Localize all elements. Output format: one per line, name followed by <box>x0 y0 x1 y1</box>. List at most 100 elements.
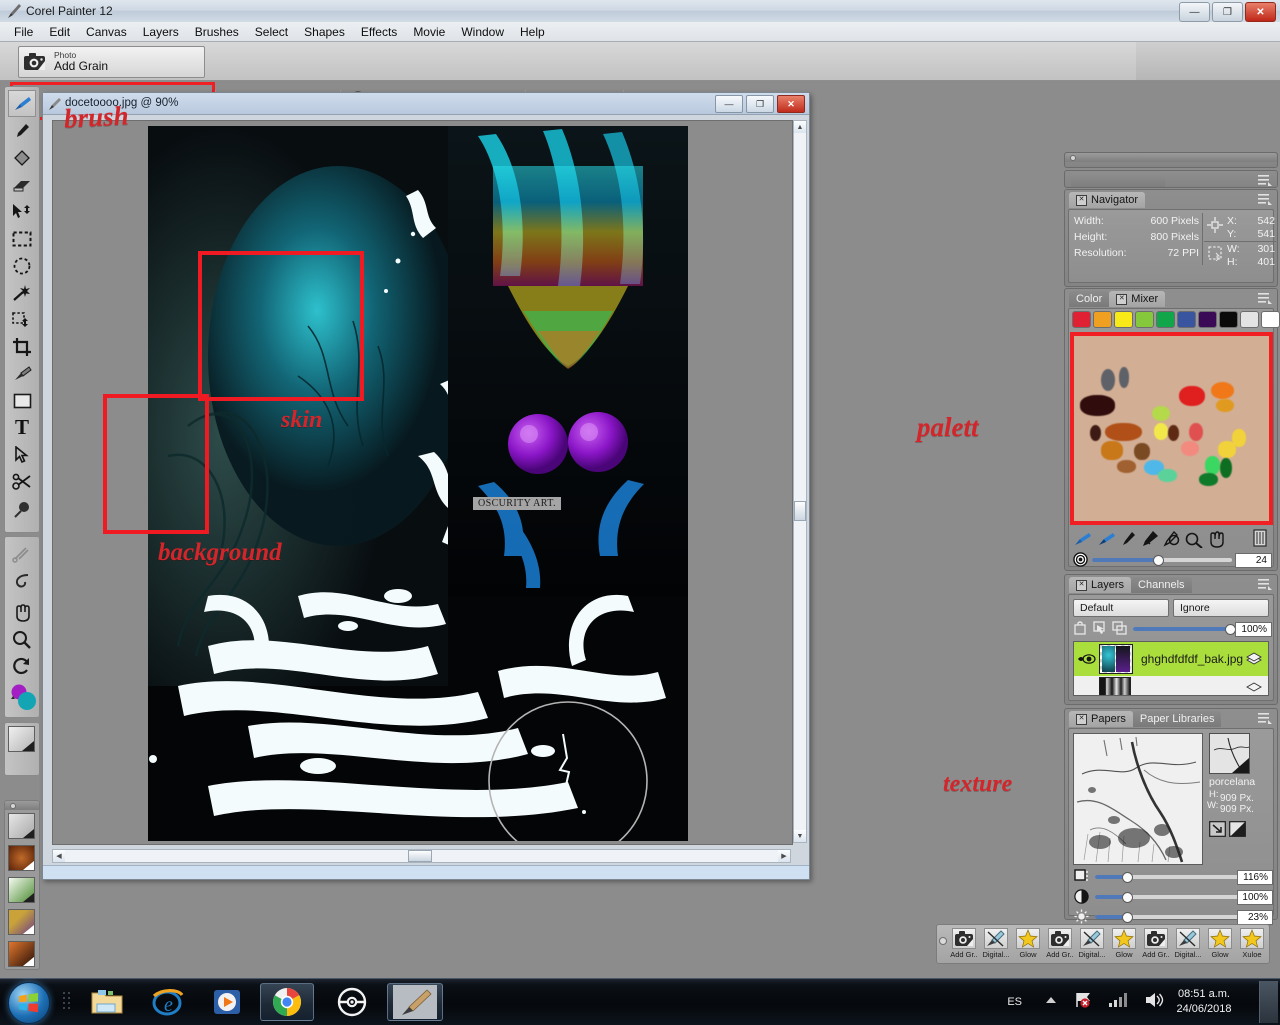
taskbar-button-file-explorer[interactable] <box>80 983 134 1021</box>
mixer-swatch-3[interactable] <box>1135 311 1154 328</box>
scroll-left-arrow[interactable]: ◀ <box>53 850 65 862</box>
mixer-swatch-0[interactable] <box>1072 311 1091 328</box>
tray-item[interactable]: Add Gr.. <box>949 928 979 959</box>
mixer-swatch-8[interactable] <box>1240 311 1259 328</box>
layer-adjuster-tool[interactable] <box>8 198 36 225</box>
collapsed-panel-strip-2[interactable] <box>1064 170 1278 188</box>
text-tool[interactable]: T <box>8 414 36 441</box>
tab-layers[interactable]: ✕ Layers <box>1069 577 1132 593</box>
eraser-tool[interactable] <box>8 171 36 198</box>
tray-item[interactable]: Add Gr.. <box>1045 928 1075 959</box>
lasso-tool[interactable] <box>8 252 36 279</box>
magnifier-tool[interactable] <box>8 626 36 653</box>
clear-mixer-pad-icon[interactable] <box>1253 529 1267 547</box>
mixer-swatch-6[interactable] <box>1198 311 1217 328</box>
layer-opacity-value[interactable]: 100% <box>1235 622 1272 637</box>
lock-layer-icon[interactable] <box>1112 621 1128 635</box>
menu-item-help[interactable]: Help <box>512 23 553 41</box>
scroll-up-arrow[interactable]: ▲ <box>794 121 806 133</box>
mixer-swatch-5[interactable] <box>1177 311 1196 328</box>
color-selector[interactable] <box>8 682 38 712</box>
canvas-horizontal-scrollbar[interactable]: ◀ ▶ <box>52 849 791 863</box>
brush-size-icon[interactable] <box>1073 552 1088 567</box>
scroll-down-arrow[interactable]: ▼ <box>794 830 806 842</box>
menu-item-select[interactable]: Select <box>247 23 296 41</box>
brush-selector[interactable]: Photo Add Grain <box>18 46 205 78</box>
grabber-hand-tool[interactable] <box>8 599 36 626</box>
mixer-pad[interactable] <box>1070 332 1273 525</box>
collapsed-panel-strip-1[interactable] <box>1064 152 1278 168</box>
pen-tool[interactable] <box>8 360 36 387</box>
mix-brush-icon[interactable] <box>1097 530 1117 548</box>
selector-strip-grip[interactable] <box>5 801 39 810</box>
magic-wand-tool[interactable] <box>8 279 36 306</box>
paper-selector[interactable] <box>8 813 35 839</box>
mirror-tool[interactable] <box>8 567 36 594</box>
menu-item-brushes[interactable]: Brushes <box>187 23 247 41</box>
invert-paper-icon[interactable] <box>1209 821 1226 837</box>
document-title-bar[interactable]: docetoooo.jpg @ 90% — ❐ ✕ <box>43 93 809 115</box>
horizontal-scroll-thumb[interactable] <box>408 850 432 862</box>
tray-item[interactable]: Glow <box>1205 928 1235 959</box>
rotate-page-tool[interactable] <box>8 653 36 680</box>
taskbar-button-google-chrome[interactable] <box>260 983 314 1021</box>
rectangular-selection-tool[interactable] <box>8 225 36 252</box>
sample-color-icon[interactable] <box>1121 530 1137 548</box>
gradient-selector[interactable] <box>8 877 35 903</box>
tray-item[interactable]: Glow <box>1013 928 1043 959</box>
network-signal-icon[interactable] <box>1108 992 1128 1008</box>
menu-item-canvas[interactable]: Canvas <box>78 23 135 41</box>
tray-item[interactable]: Xuloe <box>1237 928 1267 959</box>
toggle-paper-icon[interactable] <box>1229 821 1246 837</box>
action-center-flag-icon[interactable] <box>1074 991 1094 1009</box>
taskbar-clock[interactable]: 08:51 a.m. 24/06/2018 <box>1158 987 1250 1017</box>
mixer-swatch-4[interactable] <box>1156 311 1175 328</box>
dropper-tool[interactable] <box>8 117 36 144</box>
sample-multiple-icon[interactable] <box>1141 530 1159 548</box>
document-maximize-button[interactable]: ❐ <box>746 95 774 113</box>
table-row[interactable] <box>1074 676 1268 695</box>
pattern-selector[interactable] <box>8 845 35 871</box>
layers-list[interactable]: ghghdfdfdf_bak.jpg <box>1073 641 1269 696</box>
navigator-options-icon[interactable] <box>1257 192 1273 206</box>
artwork-image[interactable]: OSCURITY ART. <box>148 126 688 841</box>
layer-visibility-icon[interactable] <box>1078 652 1096 666</box>
taskbar-button-corel-painter[interactable] <box>387 983 443 1021</box>
look-selector[interactable] <box>8 941 35 967</box>
convert-point-tool[interactable] <box>8 495 36 522</box>
panel-grip-1[interactable] <box>1065 153 1277 162</box>
paper-current-swatch[interactable] <box>1209 733 1250 774</box>
document-minimize-button[interactable]: — <box>715 95 743 113</box>
shape-selection-tool[interactable] <box>8 441 36 468</box>
tray-item[interactable]: Digital... <box>1077 928 1107 959</box>
zoom-mixer-icon[interactable] <box>1163 530 1181 548</box>
taskbar-button-pokemon-app[interactable] <box>325 983 379 1021</box>
menu-item-edit[interactable]: Edit <box>41 23 78 41</box>
paper-brightness-value[interactable]: 23% <box>1237 910 1273 925</box>
mixer-swatch-7[interactable] <box>1219 311 1238 328</box>
taskbar-button-media-player[interactable] <box>200 983 254 1021</box>
pan-mixer-icon[interactable] <box>1185 530 1203 548</box>
close-mixer-icon[interactable]: ✕ <box>1116 293 1128 305</box>
tab-mixer[interactable]: ✕ Mixer <box>1109 291 1166 307</box>
brush-tool[interactable] <box>8 90 36 117</box>
menu-item-file[interactable]: File <box>6 23 41 41</box>
rectangular-shape-tool[interactable] <box>8 387 36 414</box>
mixer-swatch-9[interactable] <box>1261 311 1280 328</box>
mixer-swatch-2[interactable] <box>1114 311 1133 328</box>
menu-item-layers[interactable]: Layers <box>135 23 187 41</box>
table-row[interactable]: ghghdfdfdf_bak.jpg <box>1074 642 1268 676</box>
mixer-size-knob[interactable] <box>1153 555 1164 566</box>
menu-item-effects[interactable]: Effects <box>353 23 405 41</box>
nozzle-selector[interactable] <box>8 909 35 935</box>
mixer-swatch-1[interactable] <box>1093 311 1112 328</box>
tab-paper-libraries[interactable]: Paper Libraries <box>1132 711 1222 727</box>
paper-scale-value[interactable]: 116% <box>1237 870 1273 885</box>
crop-tool[interactable] <box>8 333 36 360</box>
minimize-button[interactable]: — <box>1179 2 1210 22</box>
tray-item[interactable]: Digital... <box>1173 928 1203 959</box>
tab-channels[interactable]: Channels <box>1131 577 1192 593</box>
menu-item-shapes[interactable]: Shapes <box>296 23 353 41</box>
tray-item[interactable]: Glow <box>1109 928 1139 959</box>
paper-contrast-value[interactable]: 100% <box>1237 890 1273 905</box>
